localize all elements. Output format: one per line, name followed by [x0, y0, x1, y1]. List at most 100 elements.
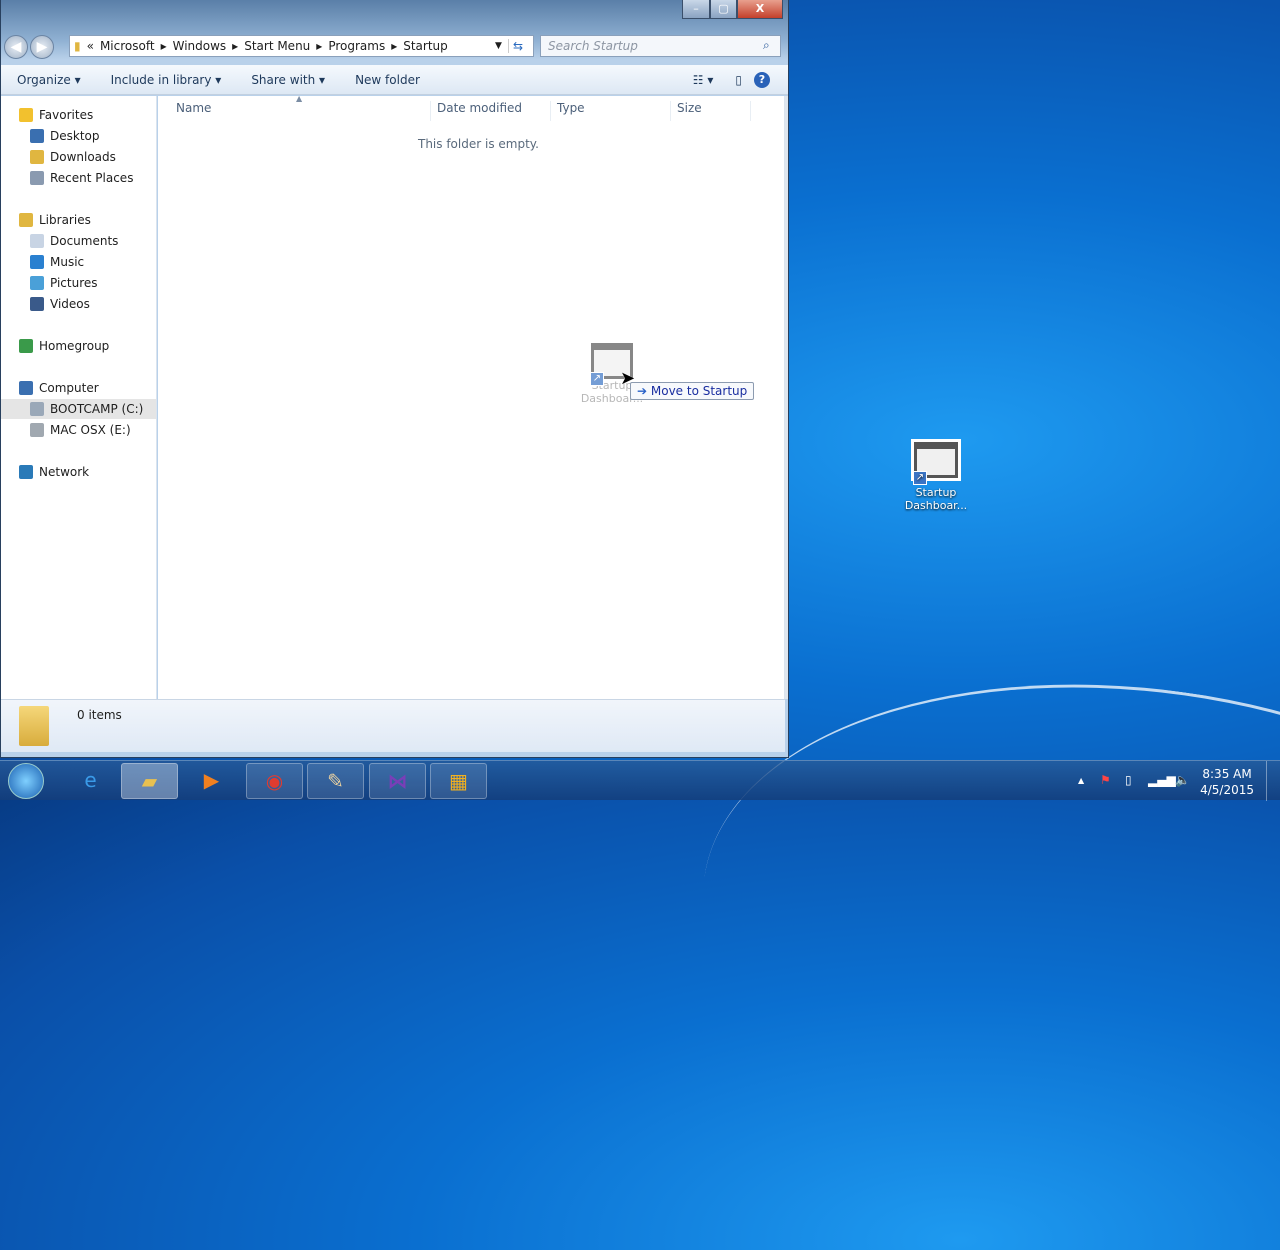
forward-button[interactable]: ▶: [30, 35, 54, 59]
folder-icon: ▮: [74, 39, 81, 53]
back-button[interactable]: ◀: [4, 35, 28, 59]
maximize-button[interactable]: ▢: [710, 0, 737, 19]
sidebar-item-label: MAC OSX (E:): [50, 423, 131, 437]
navigation-pane: Favorites Desktop Downloads Recent Places Li…: [1, 96, 157, 699]
media-player-icon[interactable]: ▶: [183, 763, 240, 799]
new-folder-button[interactable]: New folder: [355, 73, 420, 87]
sidebar-item-recent-places[interactable]: Recent Places: [30, 168, 133, 188]
show-desktop-button[interactable]: [1266, 761, 1280, 801]
item-count: 0 items: [77, 708, 122, 722]
breadcrumb-startup[interactable]: Startup: [403, 39, 448, 53]
column-size[interactable]: Size: [671, 101, 751, 121]
sidebar-item-libraries[interactable]: Libraries: [19, 210, 91, 230]
sidebar-item-favorites[interactable]: Favorites: [19, 105, 93, 125]
paint-icon[interactable]: ✎: [307, 763, 364, 799]
minimize-button[interactable]: –: [682, 0, 710, 19]
network-icon: [19, 465, 33, 479]
change-view-button[interactable]: ☷ ▾: [693, 73, 714, 87]
favorites-icon: [19, 108, 33, 122]
empty-folder-message: This folder is empty.: [418, 137, 539, 151]
breadcrumb-windows[interactable]: Windows: [173, 39, 227, 53]
clock-date: 4/5/2015: [1200, 783, 1254, 797]
sidebar-item-label: Videos: [50, 297, 90, 311]
breadcrumb-programs[interactable]: Programs: [328, 39, 385, 53]
desktop-shortcut[interactable]: ↗ Startup Dashboar...: [900, 439, 972, 512]
sidebar-item-computer[interactable]: Computer: [19, 378, 99, 398]
share-with-button[interactable]: Share with ▾: [251, 73, 325, 87]
sidebar-item-mac-osx-e[interactable]: MAC OSX (E:): [30, 420, 131, 440]
scrollbar[interactable]: [785, 96, 788, 699]
visual-studio-icon[interactable]: ⋈: [369, 763, 426, 799]
sidebar-item-label: Recent Places: [50, 171, 134, 185]
application-window-icon: ↗: [911, 439, 961, 485]
explorer-window: – ▢ X ◀ ▶ ▮ « Microsoft ▸ Windows ▸ Start …: [0, 0, 789, 758]
videos-icon: [30, 297, 44, 311]
close-button[interactable]: X: [737, 0, 783, 19]
desktop-icon-label: Startup: [915, 486, 957, 499]
folder-icon: [19, 706, 49, 746]
pictures-icon: [30, 276, 44, 290]
clock-time: 8:35 AM: [1202, 767, 1252, 781]
documents-icon: [30, 234, 44, 248]
breadcrumb-microsoft[interactable]: Microsoft: [100, 39, 155, 53]
sidebar-item-desktop[interactable]: Desktop: [30, 126, 100, 146]
sidebar-item-pictures[interactable]: Pictures: [30, 273, 98, 293]
address-bar[interactable]: ▮ « Microsoft ▸ Windows ▸ Start Menu ▸ Prog…: [69, 35, 534, 57]
sidebar-item-downloads[interactable]: Downloads: [30, 147, 116, 167]
organize-button[interactable]: Organize ▾: [17, 73, 81, 87]
include-in-library-button[interactable]: Include in library ▾: [111, 73, 222, 87]
help-button[interactable]: ?: [754, 71, 770, 88]
shortcut-arrow-icon: ↗: [590, 372, 604, 386]
sidebar-item-label: Computer: [39, 381, 99, 395]
battery-icon[interactable]: ▯: [1125, 773, 1132, 787]
refresh-icon[interactable]: ⇆: [507, 39, 527, 53]
column-date-modified[interactable]: Date modified: [431, 101, 551, 121]
chevron-icon[interactable]: ▸: [161, 39, 167, 53]
windows-explorer-icon[interactable]: ▰: [121, 763, 178, 799]
network-signal-icon[interactable]: ▂▄▆: [1148, 773, 1176, 787]
taskbar: e ▰ ▶ ◉ ✎ ⋈ ▦ ▲ ⚑ ▯ ▂▄▆ 🔈 8:35 AM 4/5/201…: [0, 760, 1280, 801]
sidebar-item-network[interactable]: Network: [19, 462, 89, 482]
app-icon[interactable]: ▦: [430, 763, 487, 799]
details-pane: 0 items: [1, 699, 785, 752]
sidebar-item-label: Favorites: [39, 108, 94, 122]
sidebar-item-label: Homegroup: [39, 339, 110, 353]
chrome-icon[interactable]: ◉: [246, 763, 303, 799]
breadcrumb-start-menu[interactable]: Start Menu: [244, 39, 310, 53]
internet-explorer-icon[interactable]: e: [62, 763, 119, 799]
column-name[interactable]: Name: [170, 101, 431, 121]
homegroup-icon: [19, 339, 33, 353]
sidebar-item-homegroup[interactable]: Homegroup: [19, 336, 109, 356]
sidebar-item-videos[interactable]: Videos: [30, 294, 90, 314]
sidebar-item-label: Pictures: [50, 276, 98, 290]
recent-places-icon: [30, 171, 44, 185]
start-button[interactable]: [8, 763, 44, 799]
shortcut-arrow-icon: ↗: [913, 471, 927, 485]
command-bar: Organize ▾ Include in library ▾ Share wi…: [1, 65, 788, 95]
sidebar-item-label: Libraries: [39, 213, 91, 227]
sidebar-item-music[interactable]: Music: [30, 252, 84, 272]
sidebar-item-bootcamp-c[interactable]: BOOTCAMP (C:): [1, 399, 156, 419]
drag-tooltip: ➔ Move to Startup: [630, 382, 755, 400]
desktop-icon-label: Dashboar...: [904, 499, 968, 512]
drag-tooltip-text: Move to Startup: [650, 384, 748, 398]
volume-icon[interactable]: 🔈: [1175, 773, 1190, 787]
chevron-icon[interactable]: ▸: [232, 39, 238, 53]
computer-icon: [19, 381, 33, 395]
chevron-icon[interactable]: ▸: [391, 39, 397, 53]
show-hidden-icons[interactable]: ▲: [1078, 776, 1084, 785]
action-center-icon[interactable]: ⚑: [1100, 773, 1111, 787]
downloads-icon: [30, 150, 44, 164]
column-type[interactable]: Type: [551, 101, 671, 121]
sidebar-item-documents[interactable]: Documents: [30, 231, 118, 251]
libraries-icon: [19, 213, 33, 227]
search-icon[interactable]: ⌕: [763, 38, 770, 53]
chevron-icon[interactable]: ▸: [316, 39, 322, 53]
preview-pane-button[interactable]: ▯: [735, 73, 742, 87]
search-input[interactable]: Search Startup: [540, 35, 781, 57]
clock[interactable]: 8:35 AM 4/5/2015: [1200, 766, 1254, 798]
address-dropdown-icon[interactable]: ▼: [495, 41, 502, 51]
sidebar-item-label: Documents: [50, 234, 119, 248]
breadcrumb-overflow[interactable]: «: [87, 39, 94, 53]
sidebar-item-label: Desktop: [50, 129, 100, 143]
